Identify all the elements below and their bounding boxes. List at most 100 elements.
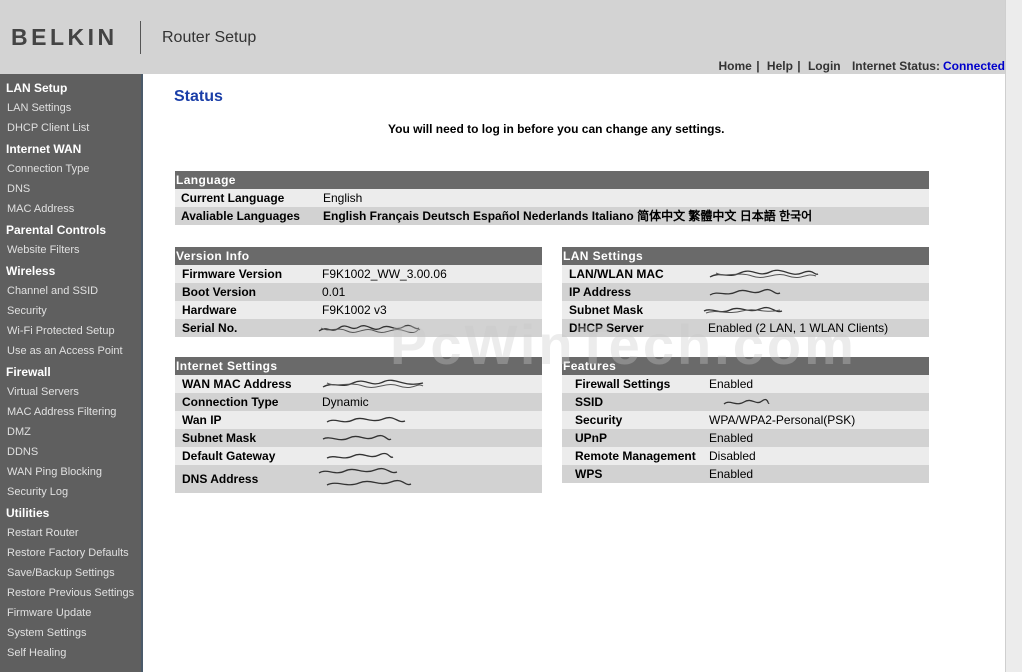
row-label: Hardware — [182, 303, 237, 317]
redacted-value — [708, 265, 820, 283]
table-row: Connection Type Dynamic — [175, 393, 542, 411]
redaction-scribble-icon — [326, 416, 406, 423]
row-label: UPnP — [575, 431, 608, 445]
redaction-scribble-icon — [322, 434, 392, 441]
table-row: DNS Address — [175, 465, 542, 493]
sidebar-item-lan-settings[interactable]: LAN Settings — [0, 98, 141, 118]
sidebar-item-virtual-servers[interactable]: Virtual Servers — [0, 382, 141, 402]
table-row: WPS Enabled — [562, 465, 929, 483]
row-label: Serial No. — [182, 321, 238, 335]
table-row: IP Address — [562, 283, 929, 301]
redacted-value — [325, 411, 407, 429]
sidebar-item-ddns[interactable]: DDNS — [0, 442, 141, 462]
row-label: SSID — [575, 395, 604, 409]
logo-divider — [140, 21, 141, 54]
internet-status-value: Connected — [942, 59, 1005, 73]
home-link[interactable]: Home — [719, 59, 752, 73]
internet-status-label: Internet Status: — [851, 59, 940, 73]
table-row: Default Gateway — [175, 447, 542, 465]
sidebar-item-security[interactable]: Security — [0, 301, 141, 321]
row-value: Enabled — [709, 467, 754, 481]
belkin-logo: BELKIN — [11, 24, 118, 50]
row-value: Dynamic — [322, 395, 369, 409]
nav-separator: | — [756, 59, 760, 73]
top-navigation: Home | Help | Login Internet Status: Conn… — [719, 59, 1005, 73]
row-label: Connection Type — [182, 395, 279, 409]
sidebar-section-wireless: Wireless — [6, 264, 56, 278]
table-header: Language — [175, 171, 929, 189]
table-row: DHCP Server Enabled (2 LAN, 1 WLAN Clien… — [562, 319, 929, 337]
row-label: Default Gateway — [182, 449, 276, 463]
row-value: Enabled — [709, 431, 754, 445]
sidebar-item-save-backup-settings[interactable]: Save/Backup Settings — [0, 563, 141, 583]
row-label: DNS Address — [182, 472, 259, 486]
sidebar-item-channel-and-ssid[interactable]: Channel and SSID — [0, 281, 141, 301]
table-header: LAN Settings — [562, 247, 929, 265]
sidebar-item-access-point[interactable]: Use as an Access Point — [0, 341, 141, 361]
sidebar-item-website-filters[interactable]: Website Filters — [0, 240, 141, 260]
sidebar-item-connection-type[interactable]: Connection Type — [0, 159, 141, 179]
help-link[interactable]: Help — [767, 59, 793, 73]
sidebar-item-dns[interactable]: DNS — [0, 179, 141, 199]
sidebar-item-self-healing[interactable]: Self Healing — [0, 643, 141, 663]
sidebar-item-wan-ping-blocking[interactable]: WAN Ping Blocking — [0, 462, 141, 482]
row-label: IP Address — [569, 285, 632, 299]
row-value: F9K1002 v3 — [322, 303, 387, 317]
nav-separator: | — [797, 59, 801, 73]
row-label: Current Language — [181, 191, 285, 205]
sidebar-item-restart-router[interactable]: Restart Router — [0, 523, 141, 543]
redaction-scribble-icon — [703, 306, 783, 314]
table-row: Subnet Mask — [562, 301, 929, 319]
row-label: Subnet Mask — [569, 303, 644, 317]
table-row: Current Language English — [175, 189, 929, 207]
redaction-scribble-icon — [318, 324, 421, 333]
sidebar-item-restore-factory-defaults[interactable]: Restore Factory Defaults — [0, 543, 141, 563]
redacted-value — [321, 375, 425, 393]
redacted-value — [317, 466, 413, 492]
table-header: Version Info — [175, 247, 542, 265]
sidebar-item-restore-previous-settings[interactable]: Restore Previous Settings — [0, 583, 141, 603]
sidebar-item-mac-address-filtering[interactable]: MAC Address Filtering — [0, 402, 141, 422]
row-value: English — [323, 191, 363, 205]
row-label: Boot Version — [182, 285, 257, 299]
table-row: Remote Management Disabled — [562, 447, 929, 465]
table-row: UPnP Enabled — [562, 429, 929, 447]
sidebar-section-parental-controls: Parental Controls — [6, 223, 107, 237]
sidebar: LAN Setup LAN Settings DHCP Client List … — [0, 74, 143, 672]
sidebar-item-security-log[interactable]: Security Log — [0, 482, 141, 502]
internet-settings-table: Internet Settings WAN MAC Address Connec… — [175, 357, 542, 493]
sidebar-item-dhcp-client-list[interactable]: DHCP Client List — [0, 118, 141, 138]
app-title: Router Setup — [162, 29, 257, 46]
sidebar-item-mac-address[interactable]: MAC Address — [0, 199, 141, 219]
window-scrollbar[interactable] — [1005, 0, 1022, 672]
login-notice: You will need to log in before you can c… — [388, 122, 725, 136]
sidebar-section-internet-wan: Internet WAN — [6, 142, 82, 156]
row-value: 0.01 — [322, 285, 346, 299]
redacted-value — [321, 429, 393, 447]
row-value: WPA/WPA2-Personal(PSK) — [709, 413, 856, 427]
table-row: Boot Version 0.01 — [175, 283, 542, 301]
row-label: Firmware Version — [182, 267, 283, 281]
row-label: Firewall Settings — [575, 377, 671, 391]
page-title: Status — [174, 88, 223, 105]
row-value: Enabled (2 LAN, 1 WLAN Clients) — [708, 321, 889, 335]
row-label: Avaliable Languages — [181, 209, 300, 223]
row-label: Remote Management — [575, 449, 696, 463]
table-row: LAN/WLAN MAC — [562, 265, 929, 283]
table-row: Firmware Version F9K1002_WW_3.00.06 — [175, 265, 542, 283]
redaction-scribble-icon — [723, 398, 770, 405]
sidebar-item-wifi-protected-setup[interactable]: Wi-Fi Protected Setup — [0, 321, 141, 341]
sidebar-item-firmware-update[interactable]: Firmware Update — [0, 603, 141, 623]
available-languages: English Français Deutsch Español Nederla… — [323, 209, 813, 223]
row-value: Disabled — [709, 449, 756, 463]
row-label: WPS — [575, 467, 603, 481]
sidebar-item-system-settings[interactable]: System Settings — [0, 623, 141, 643]
sidebar-section-lan-setup: LAN Setup — [6, 81, 68, 95]
redaction-scribble-icon — [709, 288, 781, 296]
redaction-scribble-icon — [709, 270, 819, 279]
sidebar-item-dmz[interactable]: DMZ — [0, 422, 141, 442]
lan-settings-table: LAN Settings LAN/WLAN MAC IP Address Sub… — [562, 247, 929, 337]
table-row: SSID — [562, 393, 929, 411]
redacted-value — [722, 393, 770, 411]
login-link[interactable]: Login — [808, 59, 841, 73]
